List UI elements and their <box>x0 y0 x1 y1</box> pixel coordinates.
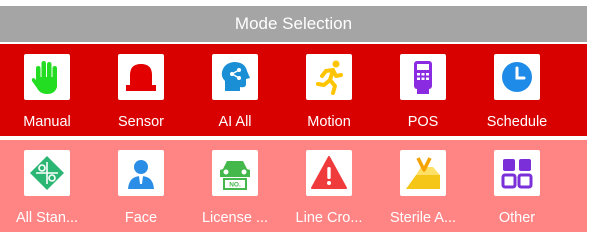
grid-squares-icon <box>494 150 540 196</box>
mode-pos[interactable]: POS <box>376 44 470 136</box>
mode-label: Motion <box>307 114 351 130</box>
mode-sensor[interactable]: Sensor <box>94 44 188 136</box>
mode-label: Line Cro... <box>295 210 363 226</box>
mode-row-bottom: All Stan... Face NO. License ... Line Cr… <box>0 140 587 232</box>
mode-row-top: Manual Sensor AI All Motion POS Schedule <box>0 44 587 136</box>
mode-sterile-area[interactable]: Sterile A... <box>376 140 470 232</box>
mode-all-standard[interactable]: All Stan... <box>0 140 94 232</box>
mode-manual[interactable]: Manual <box>0 44 94 136</box>
running-person-icon <box>306 54 352 100</box>
mode-label: Sterile A... <box>389 210 457 226</box>
sterile-area-icon <box>400 150 446 196</box>
ai-head-icon <box>212 54 258 100</box>
license-plate-car-icon: NO. <box>212 150 258 196</box>
puzzle-diamond-icon <box>24 150 70 196</box>
mode-label: Other <box>498 210 536 226</box>
pos-terminal-icon <box>400 54 446 100</box>
mode-label: All Stan... <box>15 210 79 226</box>
mode-license-plate[interactable]: NO. License ... <box>188 140 282 232</box>
red-alarm-light-icon <box>118 54 164 100</box>
mode-other[interactable]: Other <box>470 140 564 232</box>
mode-label: Sensor <box>118 114 164 130</box>
mode-motion[interactable]: Motion <box>282 44 376 136</box>
face-person-icon <box>118 150 164 196</box>
mode-schedule[interactable]: Schedule <box>470 44 564 136</box>
green-hand-icon <box>24 54 70 100</box>
mode-label: Face <box>124 210 158 226</box>
mode-label: Manual <box>23 114 71 130</box>
panel-title: Mode Selection <box>0 6 587 42</box>
svg-text:NO.: NO. <box>229 182 241 189</box>
mode-label: POS <box>407 114 439 130</box>
mode-label: Schedule <box>486 114 548 130</box>
clock-icon <box>494 54 540 100</box>
mode-label: AI All <box>218 114 252 130</box>
mode-face[interactable]: Face <box>94 140 188 232</box>
mode-selection-panel: Mode Selection Manual Sensor AI All Moti… <box>0 0 587 240</box>
mode-ai-all[interactable]: AI All <box>188 44 282 136</box>
warning-triangle-icon <box>306 150 352 196</box>
mode-label: License ... <box>201 210 269 226</box>
mode-line-crossing[interactable]: Line Cro... <box>282 140 376 232</box>
